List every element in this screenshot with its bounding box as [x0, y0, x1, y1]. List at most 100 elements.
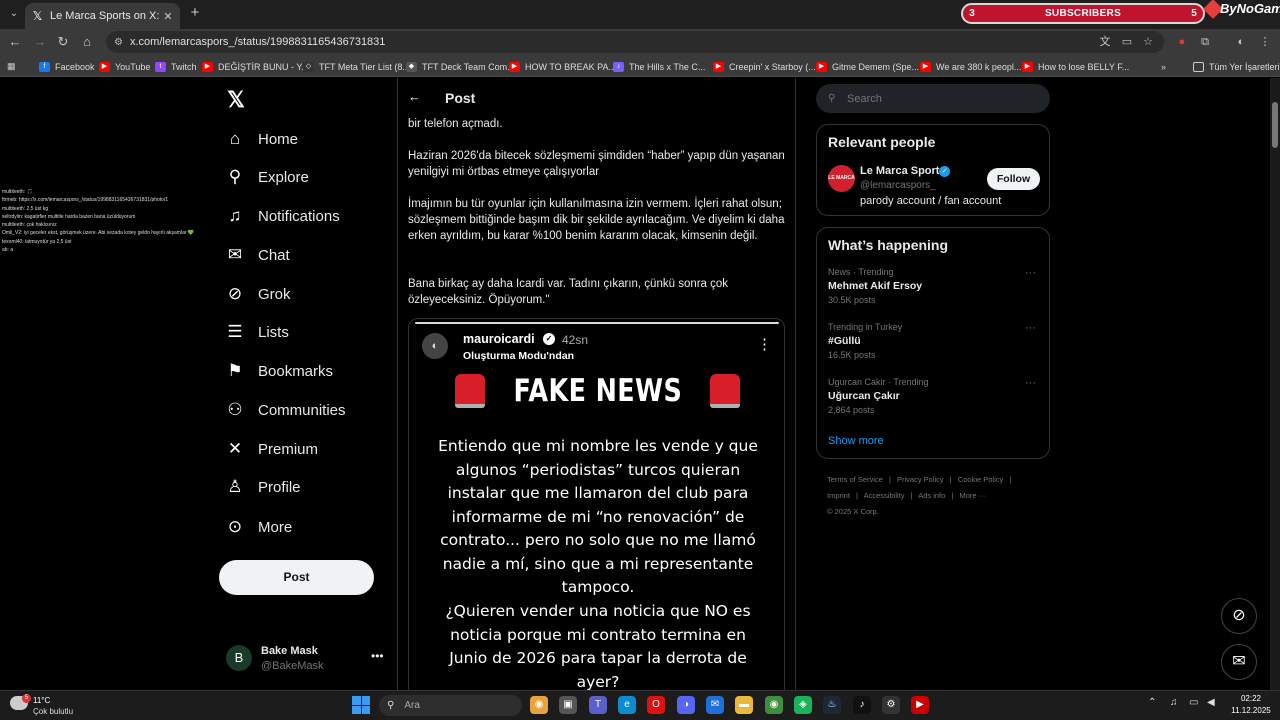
profile-icon[interactable]: ◐ — [1233, 34, 1249, 50]
page-scrollbar[interactable] — [1270, 78, 1280, 690]
back-arrow-icon[interactable]: ← — [6, 33, 24, 51]
network-icon[interactable]: ▭ — [1189, 697, 1198, 708]
settings-app-icon[interactable]: ⚙ — [882, 696, 900, 714]
x-logo-icon[interactable]: 𝕏 — [225, 89, 247, 111]
imprint-link[interactable]: Imprint — [827, 491, 850, 500]
tiktok-icon[interactable]: ♪ — [853, 696, 871, 714]
bookmark-item[interactable]: ▶ HOW TO BREAK PA... — [509, 59, 616, 74]
account-switcher[interactable]: B Bake Mask @BakeMask ••• — [226, 643, 386, 673]
bookmark-item[interactable]: ♪ The Hills x The C... — [613, 59, 705, 74]
footer-separator: | — [856, 491, 858, 500]
bookmark-item[interactable]: ◇ TFT Meta Tier List (8... — [303, 59, 410, 74]
bookmark-item[interactable]: ▶ How to lose BELLY F... — [1022, 59, 1129, 74]
bookmark-item[interactable]: ▶ We are 380 k peopl... — [920, 59, 1021, 74]
nav-chat[interactable]: ✉ Chat — [225, 240, 385, 270]
microphone-icon[interactable]: ♫ — [1170, 697, 1178, 708]
privacy-link[interactable]: Privacy Policy — [897, 475, 944, 484]
nav-grok[interactable]: ⊘ Grok — [225, 279, 385, 309]
bookmark-item[interactable]: ▶ Gitme Demem (Spe... — [816, 59, 919, 74]
cookie-link[interactable]: Cookie Policy — [958, 475, 1003, 484]
nav-explore[interactable]: ⚲ Explore — [225, 162, 385, 192]
more-link[interactable]: More ··· — [959, 491, 986, 500]
nav-home[interactable]: ⌂ Home — [225, 124, 385, 154]
home-icon: ⌂ — [229, 129, 241, 148]
new-tab-button[interactable]: + — [187, 5, 203, 21]
music-icon: ♪ — [613, 61, 624, 72]
address-bar[interactable]: ⚙ x.com/lemarcaspors_/status/19988311654… — [106, 31, 1164, 53]
taskbar-search[interactable]: ⚲ Ara — [379, 695, 522, 716]
story-quote: ¿Quieren vender una noticia que NO es no… — [445, 602, 751, 690]
nav-bookmarks[interactable]: ⚑ Bookmarks — [225, 356, 385, 386]
search-input[interactable]: ⚲ Search — [816, 84, 1050, 113]
folder-app-icon[interactable]: ▬ — [735, 696, 753, 714]
nav-lists[interactable]: ☰ Lists — [225, 317, 385, 347]
trend-more-icon[interactable]: ··· — [1025, 377, 1036, 389]
messages-fab-icon[interactable]: ✉ — [1221, 644, 1257, 680]
extension-red-icon[interactable]: ● — [1174, 34, 1190, 50]
translate-icon[interactable]: 文 — [1097, 34, 1113, 50]
edge-icon[interactable]: e — [618, 696, 636, 714]
trend-item[interactable]: News · Trending Mehmet Akif Ersoy 30.5K … — [828, 267, 1040, 307]
chrome-active-icon[interactable]: ◉ — [765, 696, 783, 714]
volume-icon[interactable]: ◀ — [1207, 697, 1215, 708]
nav-notifications[interactable]: ♫ Notifications — [225, 201, 385, 231]
cast-icon[interactable]: ▭ — [1119, 34, 1135, 50]
nav-premium[interactable]: ✕ Premium — [225, 434, 385, 464]
apps-grid-icon[interactable]: ▦ — [7, 59, 16, 74]
bookmark-item[interactable]: ◆ TFT Deck Team Com... — [406, 59, 515, 74]
file-explorer-store-icon[interactable]: ▣ — [559, 696, 577, 714]
game-app-icon[interactable]: ◈ — [794, 696, 812, 714]
scrollbar-thumb[interactable] — [1272, 102, 1278, 148]
post-button[interactable]: Post — [219, 560, 374, 595]
grok-fab-icon[interactable]: ⊘ — [1221, 598, 1257, 634]
bookmark-item[interactable]: ▶ YouTube — [99, 59, 150, 74]
forward-arrow-icon[interactable]: → — [31, 33, 49, 51]
show-more-link[interactable]: Show more — [828, 435, 884, 447]
tray-chevron-icon[interactable]: ⌃ — [1148, 697, 1156, 708]
nav-more[interactable]: ⊙ More — [225, 512, 385, 542]
nav-communities[interactable]: ⚇ Communities — [225, 395, 385, 425]
bookmark-star-icon[interactable]: ☆ — [1140, 34, 1156, 50]
bookmark-item[interactable]: t Twitch — [155, 59, 197, 74]
reload-icon[interactable]: ↻ — [54, 33, 72, 51]
close-tab-icon[interactable]: ✕ — [162, 10, 174, 23]
post-media-image[interactable]: ◐ mauroicardi ✓ 42sn Oluşturma Modu'ndan… — [408, 318, 785, 690]
nav-profile[interactable]: ♙ Profile — [225, 472, 385, 502]
trend-item[interactable]: Ugurcan Cakir · Trending Uğurcan Çakır 2… — [828, 377, 1040, 417]
youtube-app-icon[interactable]: ▶ — [911, 696, 929, 714]
account-more-icon[interactable]: ••• — [371, 649, 384, 663]
steam-icon[interactable]: ♨ — [823, 696, 841, 714]
mail-app-icon[interactable]: ✉ — [706, 696, 724, 714]
teams-icon[interactable]: T — [589, 696, 607, 714]
ads-info-link[interactable]: Ads info — [918, 491, 945, 500]
system-clock[interactable]: 02:22 11.12.2025 — [1226, 693, 1276, 717]
browser-tab[interactable]: 𝕏 Le Marca Sports on X: "SON DA ✕ — [25, 3, 180, 29]
trend-more-icon[interactable]: ··· — [1025, 322, 1036, 334]
siren-icon — [710, 374, 741, 408]
discord-icon[interactable]: ◑ — [677, 696, 695, 714]
trend-item[interactable]: Trending in Turkey #Güllü 16.5K posts ··… — [828, 322, 1040, 362]
home-button-icon[interactable]: ⌂ — [78, 33, 96, 51]
bookmark-item[interactable]: ▶ DEĞİŞTİR BUNU - Y... — [202, 59, 309, 74]
follow-button[interactable]: Follow — [987, 168, 1040, 190]
back-arrow-icon[interactable]: ← — [408, 89, 421, 104]
chrome-app-icon[interactable]: ◉ — [530, 696, 548, 714]
terms-link[interactable]: Terms of Service — [827, 475, 883, 484]
relevant-name[interactable]: Le Marca Sports — [860, 165, 946, 177]
avatar[interactable]: LE MARCA — [828, 165, 855, 192]
site-info-icon[interactable]: ⚙ — [114, 37, 126, 48]
tab-search-icon[interactable]: ⌄ — [6, 6, 22, 22]
bookmark-label: Facebook — [55, 61, 95, 72]
bookmark-item[interactable]: f Facebook — [39, 59, 95, 74]
accessibility-link[interactable]: Accessibility — [864, 491, 905, 500]
verified-check-icon: ✓ — [543, 333, 555, 345]
opera-icon[interactable]: O — [647, 696, 665, 714]
bookmark-item[interactable]: ▶ Creepin' x Starboy (... — [713, 59, 816, 74]
extensions-icon[interactable]: ⧉ — [1197, 34, 1213, 50]
start-button[interactable] — [352, 696, 370, 714]
weather-widget[interactable]: 5 11°C Çok bulutlu — [10, 694, 100, 718]
trend-more-icon[interactable]: ··· — [1025, 267, 1036, 279]
all-bookmarks[interactable]: Tüm Yer İşaretleri — [1193, 59, 1280, 74]
browser-menu-icon[interactable]: ⋮ — [1257, 34, 1273, 50]
more-bookmarks-icon[interactable]: » — [1161, 59, 1166, 74]
